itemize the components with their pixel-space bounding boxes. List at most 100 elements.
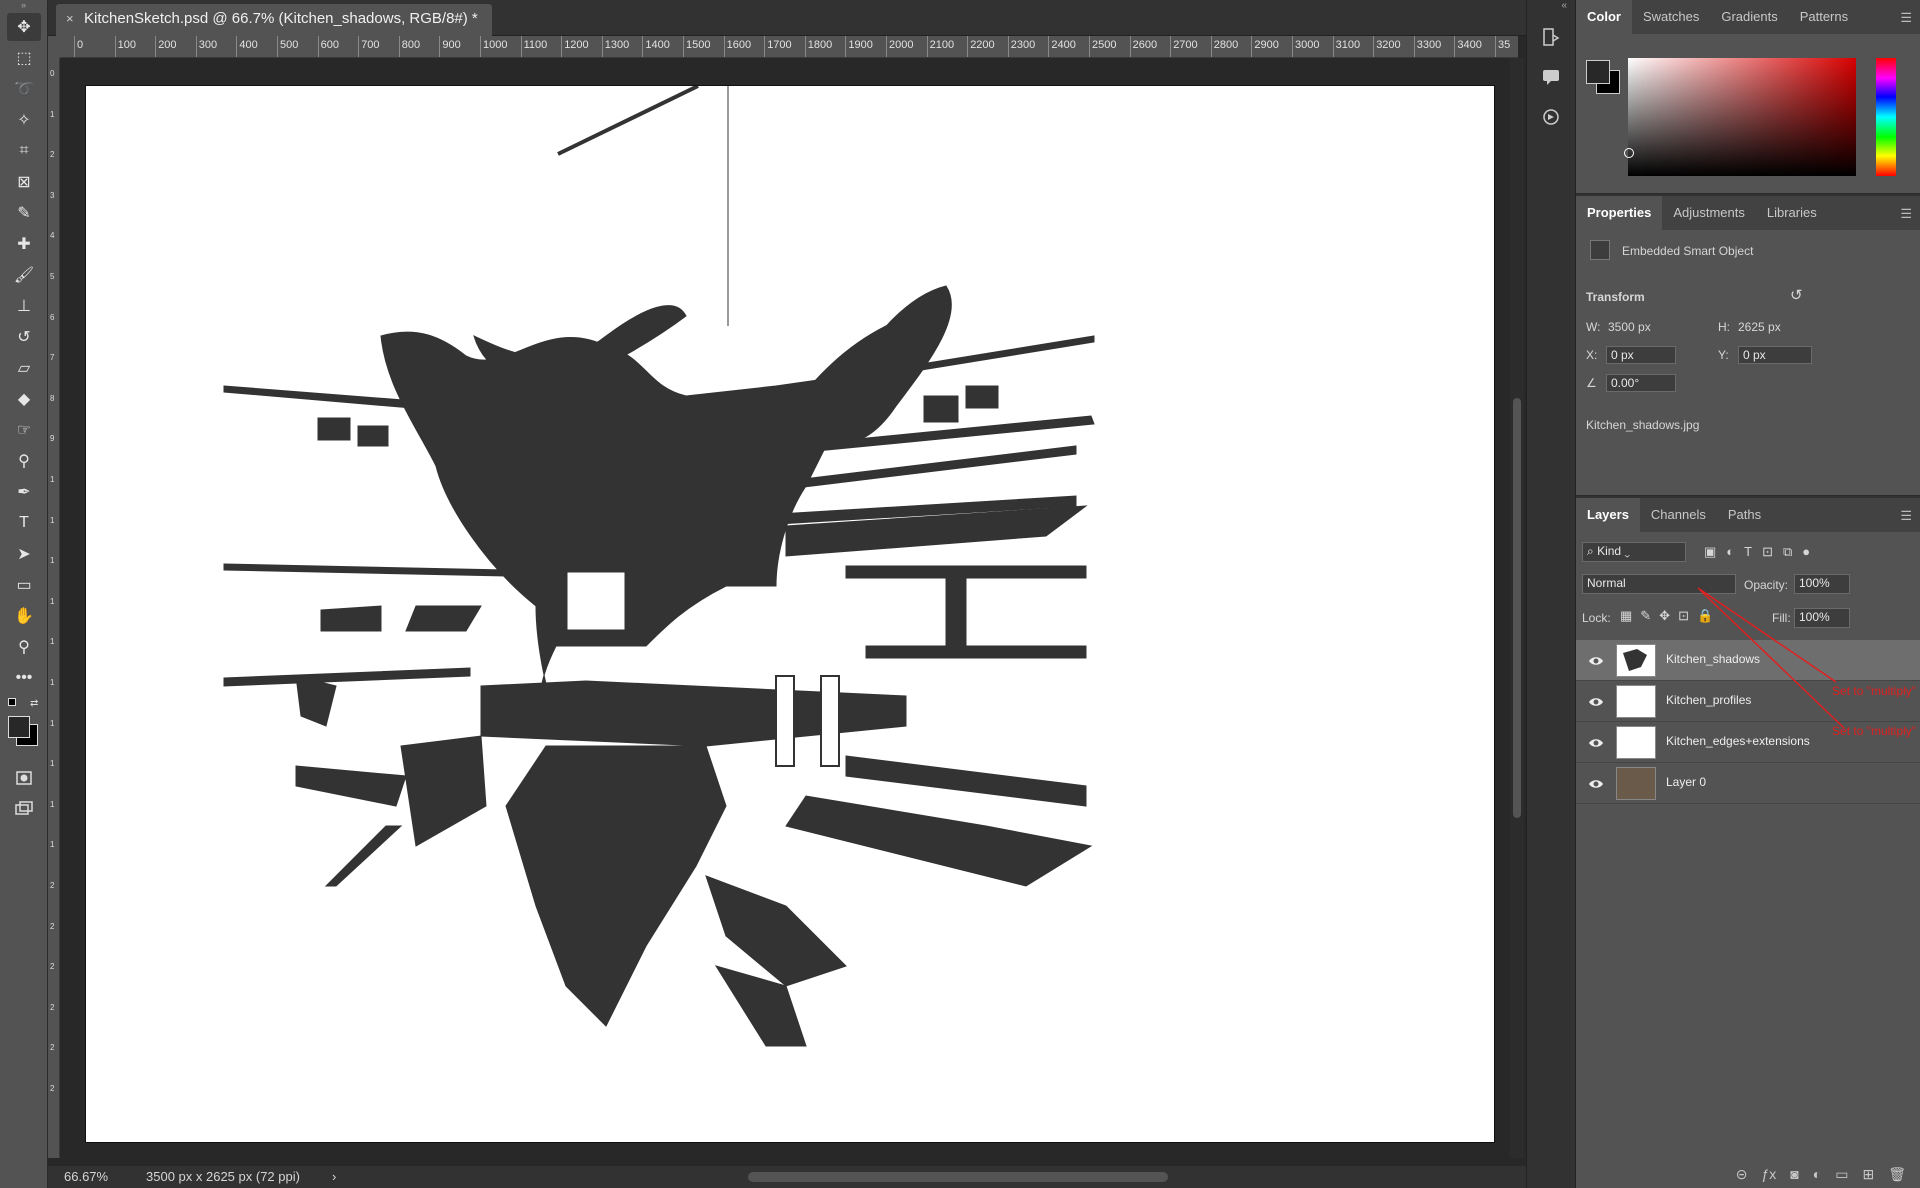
new-layer-icon[interactable]: ⊞ xyxy=(1862,1166,1874,1183)
vertical-scroll-thumb[interactable] xyxy=(1513,398,1521,818)
brush-tool-icon[interactable]: 🖌 xyxy=(7,261,41,289)
foreground-color-swatch[interactable] xyxy=(8,716,30,738)
eraser-tool-icon[interactable]: ▱ xyxy=(7,354,41,382)
ruler-label: 1900 xyxy=(848,39,873,51)
document-tab[interactable]: × KitchenSketch.psd @ 66.7% (Kitchen_sha… xyxy=(56,4,492,36)
magic-wand-tool-icon[interactable]: ✧ xyxy=(7,106,41,134)
ruler-label: 2000 xyxy=(889,39,914,51)
ruler-tick xyxy=(1413,36,1415,57)
crop-tool-icon[interactable]: ⌗ xyxy=(7,137,41,165)
angle-icon: ∠ xyxy=(1586,376,1597,390)
rectangle-tool-icon[interactable]: ▭ xyxy=(7,571,41,599)
ruler-label: 1200 xyxy=(564,39,589,51)
swap-colors-icon[interactable]: ⇄ xyxy=(30,698,38,709)
stamp-tool-icon[interactable]: ⊥ xyxy=(7,292,41,320)
ruler-label: 0 xyxy=(77,39,84,51)
healing-tool-icon[interactable]: ✚ xyxy=(7,230,41,258)
document-canvas[interactable] xyxy=(86,84,1494,1142)
history-icon[interactable] xyxy=(1536,22,1566,52)
color-picker-ring[interactable] xyxy=(1624,148,1634,158)
ruler-label: 100 xyxy=(117,39,136,51)
panel-menu-icon[interactable]: ☰ xyxy=(1900,10,1912,26)
color-swatches[interactable]: ⇄ xyxy=(4,698,44,758)
ruler-tick xyxy=(1251,36,1253,57)
dodge-tool-icon[interactable]: ⚲ xyxy=(7,447,41,475)
vertical-ruler[interactable]: 0 1 2 3 4 5 6 7 8 9 1 1 1 1 1 1 1 1 1 1 2 2 2 2 2 2 xyxy=(48,58,60,1158)
pen-tool-icon[interactable]: ✒ xyxy=(7,478,41,506)
ruler-label: 2500 xyxy=(1092,39,1117,51)
zoom-tool-icon[interactable]: ⚲ xyxy=(7,633,41,661)
tab-swatches[interactable]: Swatches xyxy=(1632,0,1710,34)
ruler-label: 2 xyxy=(50,921,55,931)
status-menu-arrow[interactable]: › xyxy=(332,1166,336,1188)
link-layers-icon[interactable]: ⊝ xyxy=(1736,1166,1748,1183)
ruler-label: 1 xyxy=(50,109,55,119)
screen-mode-icon[interactable] xyxy=(7,795,41,823)
path-select-tool-icon[interactable]: ➤ xyxy=(7,540,41,568)
ruler-tick xyxy=(114,36,116,57)
comments-icon[interactable] xyxy=(1536,62,1566,92)
ruler-tick xyxy=(683,36,684,57)
frame-tool-icon[interactable]: ⊠ xyxy=(7,168,41,196)
ruler-label: 3000 xyxy=(1295,39,1320,51)
vertical-scrollbar[interactable] xyxy=(1510,58,1524,1158)
mask-icon[interactable]: ◙ xyxy=(1790,1166,1798,1182)
hue-slider[interactable] xyxy=(1876,58,1896,176)
tab-patterns[interactable]: Patterns xyxy=(1789,0,1859,34)
move-tool-icon[interactable]: ✥ xyxy=(7,13,41,41)
canvas-area[interactable] xyxy=(60,58,1516,1158)
properties-panel: Properties Adjustments Libraries ☰ Embed… xyxy=(1576,196,1920,496)
eyedropper-tool-icon[interactable]: ✎ xyxy=(7,199,41,227)
smudge-tool-icon[interactable]: ☞ xyxy=(7,416,41,444)
zoom-level[interactable]: 66.67% xyxy=(64,1166,108,1188)
ruler-tick xyxy=(723,36,725,57)
ruler-tick xyxy=(480,36,481,57)
learn-icon[interactable] xyxy=(1536,102,1566,132)
tab-properties[interactable]: Properties xyxy=(1576,196,1663,230)
tab-adjustments[interactable]: Adjustments xyxy=(1662,196,1756,230)
layers-bottom-toolbar: ⊝ ƒx ◙ ◐ ▭ ⊞ 🗑 xyxy=(1576,1160,1920,1188)
source-file-name: Kitchen_shadows.jpg xyxy=(1586,418,1700,432)
color-panel-fg-bg[interactable] xyxy=(1586,60,1626,100)
height-value[interactable]: 2625 px xyxy=(1738,320,1781,334)
y-position-field[interactable]: 0 px xyxy=(1738,346,1812,364)
width-value[interactable]: 3500 px xyxy=(1608,320,1651,334)
bucket-tool-icon[interactable]: ◆ xyxy=(7,385,41,413)
history-brush-tool-icon[interactable]: ↺ xyxy=(7,323,41,351)
collapse-strip-icon[interactable]: « xyxy=(1527,0,1575,12)
fx-icon[interactable]: ƒx xyxy=(1762,1166,1777,1182)
horizontal-scrollbar[interactable] xyxy=(748,1172,1168,1182)
reset-transform-icon[interactable]: ↺ xyxy=(1790,286,1803,304)
ruler-label: 3200 xyxy=(1376,39,1401,51)
angle-field[interactable]: 0.00° xyxy=(1606,374,1676,392)
type-tool-icon[interactable]: T xyxy=(7,509,41,537)
horizontal-ruler[interactable]: 0 100 200 300 400 500 600 700 800 900 1000 1100 1200… xyxy=(60,36,1518,58)
smart-object-icon xyxy=(1590,240,1610,260)
marquee-tool-icon[interactable]: ⬚ xyxy=(7,44,41,72)
color-fg-swatch[interactable] xyxy=(1586,60,1610,84)
ruler-label: 2 xyxy=(50,1002,55,1012)
toolbar-grip[interactable]: » xyxy=(0,0,47,10)
hand-tool-icon[interactable]: ✋ xyxy=(7,602,41,630)
panel-menu-icon[interactable]: ☰ xyxy=(1900,206,1912,222)
ruler-tick xyxy=(155,36,157,57)
mores-tool-icon[interactable]: ••• xyxy=(7,664,41,692)
ruler-label: 2300 xyxy=(1010,39,1036,51)
photoshop-window: » ✥ ⬚ ➰ ✧ ⌗ ⊠ ✎ ✚ 🖌 ⊥ ↺ ▱ ◆ ☞ ⚲ ✒ T ➤ ▭ ✋ ⚲ ••• ⇄ × KitchenSk… xyxy=(0,0,1920,1188)
tab-gradients[interactable]: Gradients xyxy=(1710,0,1788,34)
group-folder-icon[interactable]: ▭ xyxy=(1835,1166,1848,1183)
tab-libraries[interactable]: Libraries xyxy=(1756,196,1828,230)
ruler-label: 1 xyxy=(50,799,55,809)
ruler-label: 1500 xyxy=(686,39,711,51)
trash-icon[interactable]: 🗑 xyxy=(1888,1166,1906,1183)
adjustment-layer-icon[interactable]: ◐ xyxy=(1813,1166,1821,1182)
tab-color[interactable]: Color xyxy=(1576,0,1632,34)
x-position-field[interactable]: 0 px xyxy=(1606,346,1676,364)
close-tab-icon[interactable]: × xyxy=(66,4,74,34)
ruler-corner[interactable] xyxy=(48,36,60,58)
quick-mask-icon[interactable] xyxy=(7,764,41,792)
ruler-tick xyxy=(1129,36,1131,57)
default-colors-icon[interactable] xyxy=(8,698,16,706)
saturation-brightness-field[interactable] xyxy=(1624,58,1856,176)
lasso-tool-icon[interactable]: ➰ xyxy=(7,75,41,103)
